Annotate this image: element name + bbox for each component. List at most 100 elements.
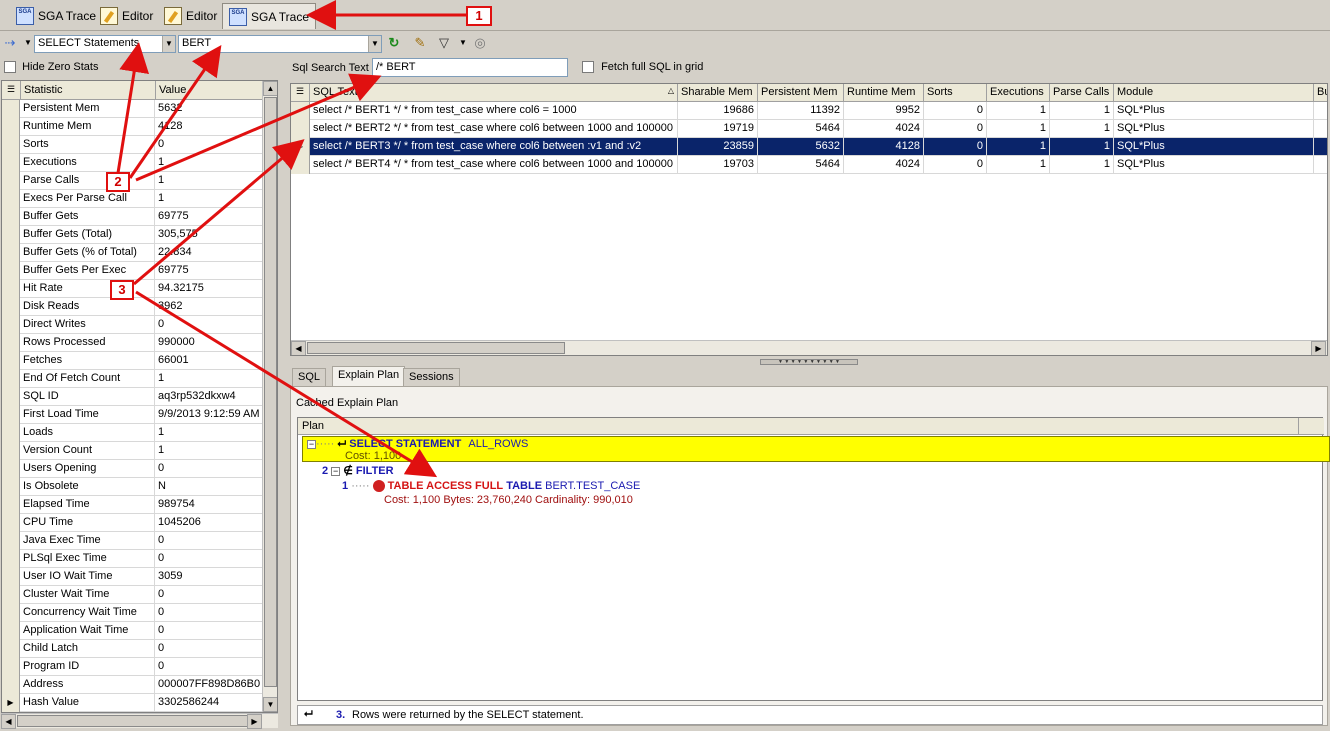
- statistic-row[interactable]: Persistent Mem 5632: [2, 100, 264, 118]
- column-header-sql-text[interactable]: SQL Text △: [310, 84, 678, 102]
- tab-sga-trace-2[interactable]: SGA SGA Trace: [222, 3, 317, 29]
- vertical-splitter[interactable]: [280, 60, 288, 730]
- row-indicator[interactable]: [2, 262, 20, 280]
- sql-row[interactable]: select /* BERT4 */ * from test_case wher…: [291, 156, 1327, 174]
- row-indicator[interactable]: [2, 568, 20, 586]
- row-indicator[interactable]: [2, 100, 20, 118]
- statistic-row[interactable]: Disk Reads 3962: [2, 298, 264, 316]
- sql-row[interactable]: select /* BERT1 */ * from test_case wher…: [291, 102, 1327, 120]
- chevron-down-icon[interactable]: ▼: [455, 35, 471, 51]
- statistic-row[interactable]: Address 000007FF898D86B0: [2, 676, 264, 694]
- sql-search-input[interactable]: /* BERT: [372, 58, 568, 77]
- tab-editor-2[interactable]: Editor: [158, 3, 223, 29]
- hide-zero-stats-checkbox[interactable]: [4, 61, 16, 74]
- column-header-sharable-mem[interactable]: Sharable Mem: [678, 84, 758, 102]
- statistic-row[interactable]: Runtime Mem 4128: [2, 118, 264, 136]
- row-indicator[interactable]: [2, 460, 20, 478]
- column-header-parse-calls[interactable]: Parse Calls: [1050, 84, 1114, 102]
- statistics-grid[interactable]: ☰ Statistic Value Persistent Mem 5632 Runt…: [1, 80, 278, 713]
- column-header-value[interactable]: Value: [156, 81, 264, 100]
- statistic-row[interactable]: Execs Per Parse Call 1: [2, 190, 264, 208]
- column-header-executions[interactable]: Executions: [987, 84, 1050, 102]
- scroll-left-icon[interactable]: ◀: [291, 341, 306, 355]
- column-header-persistent-mem[interactable]: Persistent Mem: [758, 84, 844, 102]
- statistic-row[interactable]: Sorts 0: [2, 136, 264, 154]
- row-indicator[interactable]: [2, 478, 20, 496]
- plan-row-select-statement[interactable]: − ····· ⮠ SELECT STATEMENT ALL_ROWS Cost:…: [302, 436, 1330, 462]
- statistic-row[interactable]: ▶ Hash Value 3302586244: [2, 694, 264, 712]
- row-indicator[interactable]: [2, 586, 20, 604]
- statistic-row[interactable]: Rows Processed 990000: [2, 334, 264, 352]
- row-indicator[interactable]: [2, 658, 20, 676]
- fetch-full-sql-option[interactable]: Fetch full SQL in grid: [582, 61, 703, 74]
- grid-menu-icon[interactable]: ☰: [291, 84, 310, 102]
- sql-row[interactable]: ▷ select /* BERT3 */ * from test_case whe…: [291, 138, 1327, 156]
- statistic-row[interactable]: Child Latch 0: [2, 640, 264, 658]
- statistic-row[interactable]: Executions 1: [2, 154, 264, 172]
- row-indicator[interactable]: [2, 406, 20, 424]
- scroll-thumb[interactable]: [264, 97, 277, 687]
- row-indicator[interactable]: [2, 118, 20, 136]
- row-indicator[interactable]: [2, 298, 20, 316]
- plan-tree[interactable]: Plan − ····· ⮠ SELECT STATEMENT ALL_ROWS …: [297, 417, 1330, 701]
- statistic-row[interactable]: Elapsed Time 989754: [2, 496, 264, 514]
- tab-editor-1[interactable]: Editor: [94, 3, 159, 29]
- scroll-right-icon[interactable]: ▶: [1311, 341, 1326, 355]
- statistic-row[interactable]: Concurrency Wait Time 0: [2, 604, 264, 622]
- statistic-row[interactable]: Users Opening 0: [2, 460, 264, 478]
- column-header-plan[interactable]: Plan: [302, 420, 324, 432]
- row-indicator[interactable]: [2, 514, 20, 532]
- edit-icon[interactable]: ✎: [412, 35, 428, 51]
- row-indicator[interactable]: ▷: [291, 138, 310, 156]
- row-indicator[interactable]: [2, 496, 20, 514]
- chevron-down-icon[interactable]: ▼: [162, 36, 175, 52]
- statistic-row[interactable]: Direct Writes 0: [2, 316, 264, 334]
- plan-row-table-access[interactable]: 1 ····· TABLE ACCESS FULL TABLE BERT.TES…: [342, 480, 742, 510]
- statistic-row[interactable]: Parse Calls 1: [2, 172, 264, 190]
- statistic-row[interactable]: Buffer Gets (% of Total) 22.834: [2, 244, 264, 262]
- column-header-module[interactable]: Module: [1114, 84, 1314, 102]
- statistic-row[interactable]: Java Exec Time 0: [2, 532, 264, 550]
- connection-icon[interactable]: ⇢: [2, 35, 18, 51]
- row-indicator[interactable]: ▶: [2, 694, 20, 712]
- tab-sql[interactable]: SQL: [292, 368, 327, 387]
- row-indicator[interactable]: [2, 442, 20, 460]
- row-indicator[interactable]: [2, 334, 20, 352]
- hide-zero-stats-option[interactable]: Hide Zero Stats: [4, 61, 98, 74]
- row-indicator[interactable]: [2, 370, 20, 388]
- row-indicator[interactable]: [2, 424, 20, 442]
- row-indicator[interactable]: [2, 190, 20, 208]
- statistic-row[interactable]: Loads 1: [2, 424, 264, 442]
- statistic-row[interactable]: Buffer Gets Per Exec 69775: [2, 262, 264, 280]
- row-indicator[interactable]: [291, 156, 310, 174]
- scroll-down-icon[interactable]: ▼: [263, 697, 277, 712]
- grid-menu-icon[interactable]: ☰: [2, 81, 21, 100]
- tab-sga-trace-1[interactable]: SGA SGA Trace: [10, 3, 102, 29]
- row-indicator[interactable]: [2, 550, 20, 568]
- schema-select[interactable]: BERT ▼: [178, 35, 382, 53]
- column-header-runtime-mem[interactable]: Runtime Mem: [844, 84, 924, 102]
- statistic-row[interactable]: Cluster Wait Time 0: [2, 586, 264, 604]
- statistic-row[interactable]: Program ID 0: [2, 658, 264, 676]
- row-indicator[interactable]: [2, 280, 20, 298]
- tab-explain-plan[interactable]: Explain Plan: [332, 366, 406, 387]
- statistic-row[interactable]: Buffer Gets 69775: [2, 208, 264, 226]
- statistics-hscrollbar[interactable]: ◀ ▶: [1, 713, 278, 729]
- row-indicator[interactable]: [291, 102, 310, 120]
- tab-sessions[interactable]: Sessions: [403, 368, 460, 387]
- row-indicator[interactable]: [2, 640, 20, 658]
- statement-type-select[interactable]: SELECT Statements ▼: [34, 35, 176, 53]
- row-indicator[interactable]: [2, 154, 20, 172]
- statistic-row[interactable]: Fetches 66001: [2, 352, 264, 370]
- row-indicator[interactable]: [2, 316, 20, 334]
- globe-icon[interactable]: ◎: [472, 35, 488, 51]
- statistic-row[interactable]: Buffer Gets (Total) 305,575: [2, 226, 264, 244]
- row-indicator[interactable]: [2, 208, 20, 226]
- fetch-full-sql-checkbox[interactable]: [582, 61, 594, 74]
- filter-icon[interactable]: ▽: [436, 35, 452, 51]
- statistic-row[interactable]: First Load Time 9/9/2013 9:12:59 AM: [2, 406, 264, 424]
- collapse-icon[interactable]: −: [331, 466, 341, 476]
- row-indicator[interactable]: [2, 244, 20, 262]
- column-header-buffer-gets[interactable]: Bu: [1314, 84, 1327, 102]
- scroll-thumb[interactable]: [307, 342, 565, 354]
